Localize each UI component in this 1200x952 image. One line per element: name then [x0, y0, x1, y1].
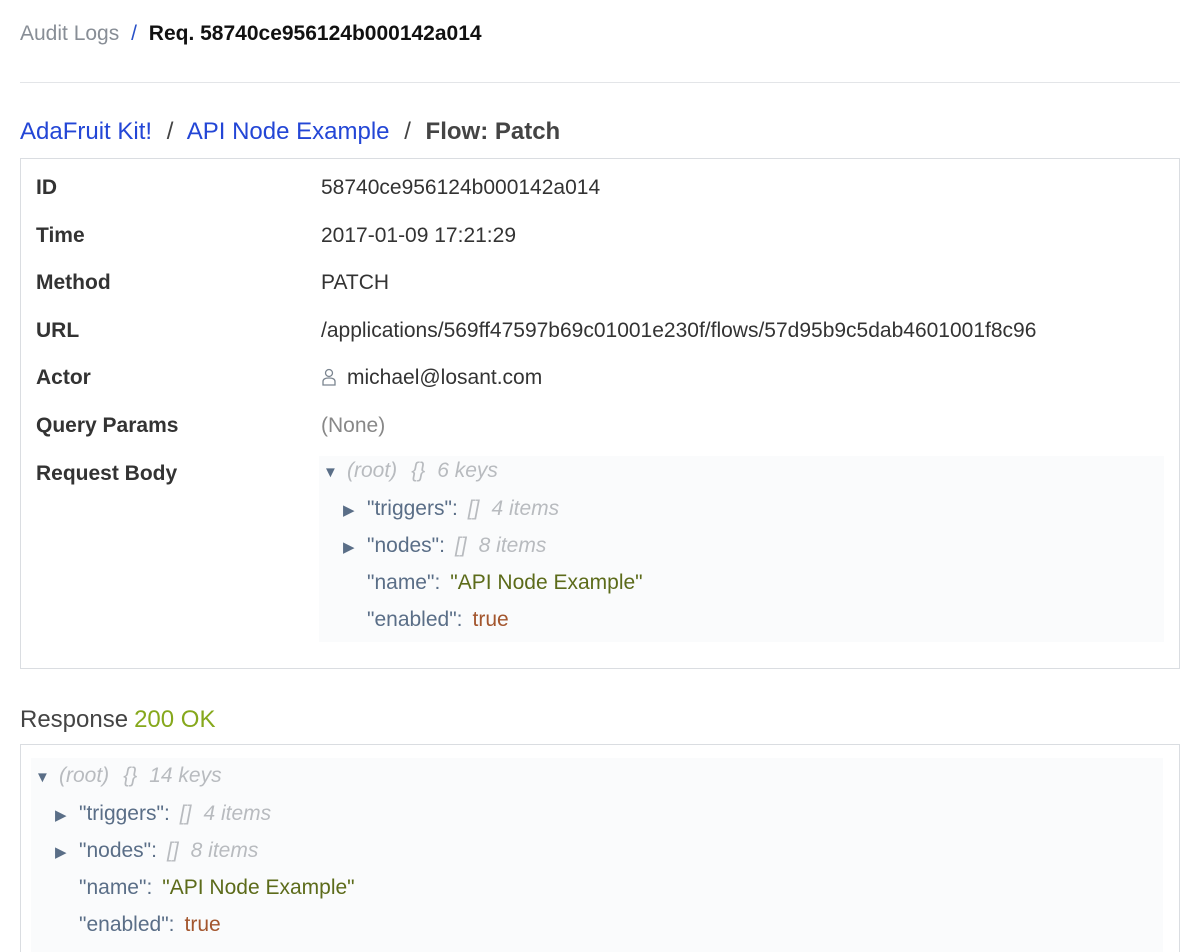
json-type: [] [179, 802, 192, 825]
json-colon: : [151, 839, 157, 862]
json-triggers-node[interactable]: ▶ "triggers": [] 4 items [55, 799, 271, 829]
section-current: Flow: Patch [425, 118, 561, 145]
response-body-json-tree: ▼ (root) {} 14 keys ▶ "triggers": [] 4 items ▶… [31, 758, 1163, 952]
expand-triangle-icon[interactable]: ▼ [35, 763, 59, 793]
time-label: Time [36, 224, 85, 247]
json-type: [] [166, 839, 179, 862]
id-value: 58740ce956124b000142a014 [321, 176, 601, 199]
actor-value: michael@losant.com [321, 363, 542, 393]
json-count: 4 items [491, 497, 560, 520]
request-body-json-tree: ▼ (root){} 6 keys ▶ "triggers":[] 4 items ▶ "… [319, 456, 1164, 642]
json-type: [] [454, 534, 467, 557]
response-label: Response [20, 706, 129, 733]
time-value: 2017-01-09 17:21:29 [321, 224, 516, 247]
json-key: "name" [367, 571, 435, 594]
json-colon: : [434, 571, 441, 594]
json-root-label: (root) [347, 459, 398, 482]
json-count: 8 items [190, 839, 259, 862]
json-root-count: 6 keys [437, 459, 498, 482]
breadcrumb-current-request: Req. 58740ce956124b000142a014 [148, 22, 482, 45]
method-value: PATCH [321, 271, 390, 294]
response-body-panel: ▼ (root) {} 14 keys ▶ "triggers": [] 4 items ▶… [20, 744, 1180, 952]
json-colon: : [439, 534, 445, 557]
actor-label: Actor [36, 366, 91, 389]
section-separator: / [166, 118, 174, 145]
json-root-node[interactable]: ▼ (root) {} 14 keys [35, 761, 222, 791]
collapse-triangle-icon[interactable]: ▶ [55, 838, 79, 868]
breadcrumb-separator: / [131, 22, 137, 45]
json-colon: : [146, 876, 153, 899]
query-params-label: Query Params [36, 414, 179, 437]
url-value: /applications/569ff47597b69c01001e230f/f… [321, 319, 1037, 342]
json-type: [] [467, 497, 480, 520]
json-key: "triggers" [79, 802, 164, 825]
json-key: "nodes" [79, 839, 152, 862]
collapse-triangle-icon[interactable]: ▶ [343, 496, 367, 526]
query-params-value: (None) [321, 414, 386, 437]
collapse-triangle-icon[interactable]: ▶ [55, 801, 79, 831]
json-count: 8 items [478, 534, 547, 557]
json-root-count: 14 keys [149, 764, 222, 787]
request-details-panel: ID 58740ce956124b000142a014 Time 2017-01… [20, 158, 1180, 669]
response-status-badge: 200 OK [134, 706, 216, 733]
json-boolean-value: true [472, 608, 509, 631]
method-label: Method [36, 271, 111, 294]
actor-email[interactable]: michael@losant.com [347, 366, 542, 389]
json-enabled-entry: "enabled": true [79, 910, 221, 940]
json-triggers-node[interactable]: ▶ "triggers": [] 4 items [343, 494, 559, 524]
json-colon: : [456, 608, 463, 631]
json-boolean-value: true [184, 913, 221, 936]
json-root-type: {} [123, 764, 138, 787]
collapse-triangle-icon[interactable]: ▶ [343, 533, 367, 563]
json-nodes-node[interactable]: ▶ "nodes": [] 8 items [343, 531, 546, 561]
id-label: ID [36, 176, 57, 199]
json-nodes-node[interactable]: ▶ "nodes": [] 8 items [55, 836, 258, 866]
audit-log-request-page: Audit Logs / Req. 58740ce956124b000142a0… [0, 0, 1200, 952]
json-key: "enabled" [79, 913, 169, 936]
json-root-label: (root) [59, 764, 110, 787]
header-divider [20, 82, 1180, 83]
json-key: "enabled" [367, 608, 457, 631]
json-name-entry: "name": "API Node Example" [79, 873, 355, 903]
json-string-value: "API Node Example" [162, 876, 355, 899]
section-separator: / [404, 118, 411, 145]
flow-link[interactable]: API Node Example [187, 118, 390, 145]
expand-triangle-icon[interactable]: ▼ [323, 458, 347, 488]
json-string-value: "API Node Example" [450, 571, 643, 594]
request-section-title: AdaFruit Kit! / API Node Example / Flow:… [20, 116, 560, 148]
json-key: "triggers" [367, 497, 452, 520]
url-label: URL [36, 319, 80, 342]
json-colon: : [168, 913, 175, 936]
json-key: "name" [79, 876, 147, 899]
json-colon: : [163, 802, 170, 825]
json-count: 4 items [203, 802, 272, 825]
json-name-entry: "name": "API Node Example" [367, 568, 643, 598]
breadcrumb-audit-logs-link[interactable]: Audit Logs [20, 22, 119, 45]
application-link[interactable]: AdaFruit Kit! [20, 118, 152, 145]
json-enabled-entry: "enabled": true [367, 605, 509, 635]
breadcrumb: Audit Logs / Req. 58740ce956124b000142a0… [20, 20, 482, 48]
json-key: "nodes" [367, 534, 440, 557]
json-root-node[interactable]: ▼ (root) {} 6 keys [323, 456, 498, 486]
json-root-type: {} [411, 459, 426, 482]
json-colon: : [451, 497, 458, 520]
response-title: Response 200 OK [20, 704, 215, 736]
user-icon [321, 366, 337, 386]
request-body-label: Request Body [36, 462, 178, 485]
